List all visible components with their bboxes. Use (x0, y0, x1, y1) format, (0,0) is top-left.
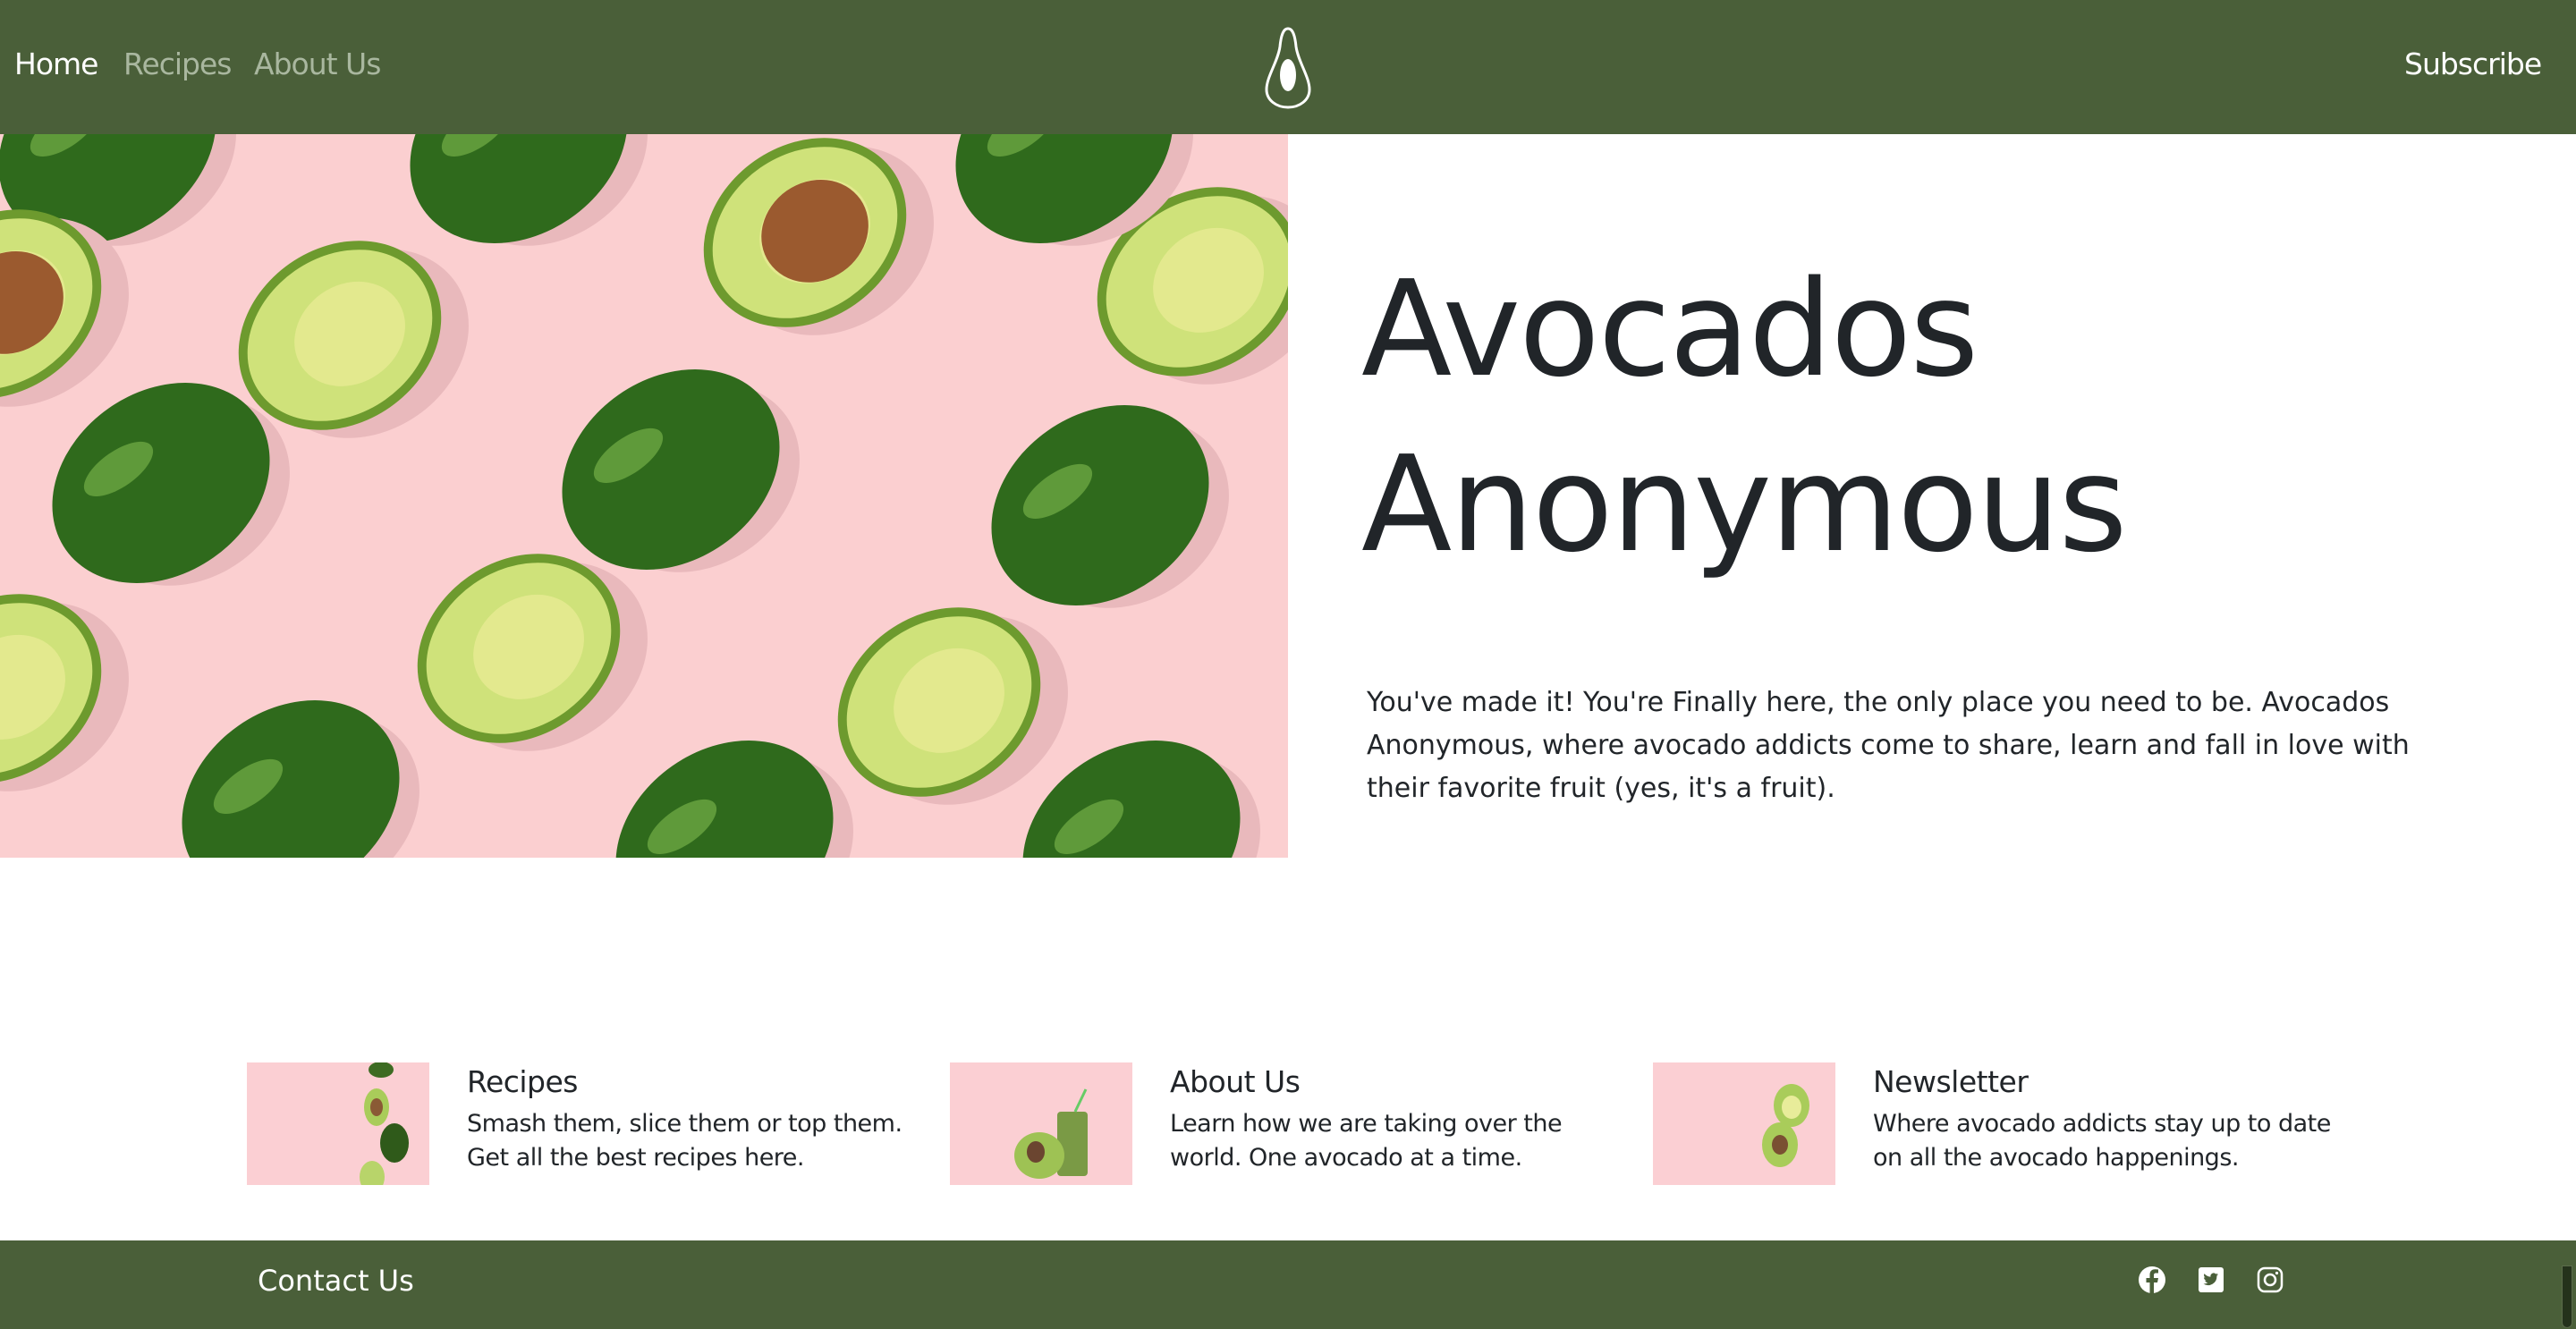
card-text: Smash them, slice them or top them. Get … (467, 1110, 902, 1172)
card-text: Learn how we are taking over the world. … (1170, 1110, 1563, 1172)
navbar: Home Recipes About Us Subscribe (0, 0, 2576, 134)
title-line-1: Avocados (1361, 252, 1979, 406)
card-newsletter[interactable]: Newsletter Where avocado addicts stay up… (1653, 1062, 2351, 1188)
hero-lead: You've made it! You're Finally here, the… (1367, 687, 2410, 804)
twitter-icon[interactable] (2197, 1266, 2225, 1294)
page-title: Avocados Anonymous (1361, 241, 2128, 592)
card-title[interactable]: Newsletter (1873, 1062, 2029, 1102)
avocado-logo-icon[interactable] (1261, 25, 1315, 111)
card-text: Where avocado addicts stay up to date on… (1873, 1110, 2331, 1172)
facebook-icon[interactable] (2138, 1266, 2166, 1294)
contact-us-link[interactable]: Contact Us (258, 1264, 414, 1298)
about-thumbnail (950, 1062, 1132, 1185)
card-about-us[interactable]: About Us Learn how we are taking over th… (950, 1062, 1648, 1188)
newsletter-thumbnail (1653, 1062, 1835, 1185)
nav-home[interactable]: Home (14, 47, 98, 81)
card-recipes[interactable]: Recipes Smash them, slice them or top th… (247, 1062, 945, 1188)
card-title[interactable]: Recipes (467, 1062, 579, 1102)
nav-recipes[interactable]: Recipes (123, 47, 233, 81)
title-line-2: Anonymous (1361, 427, 2128, 581)
subscribe-link[interactable]: Subscribe (2404, 47, 2542, 81)
recipes-thumbnail (247, 1062, 429, 1185)
nav-about-us[interactable]: About Us (254, 47, 381, 81)
card-title[interactable]: About Us (1170, 1062, 1301, 1102)
instagram-icon[interactable] (2256, 1266, 2284, 1294)
hero-avocado-image (0, 134, 1288, 858)
scrollbar-thumb[interactable] (2562, 1266, 2572, 1328)
footer: Contact Us (0, 1240, 2576, 1329)
